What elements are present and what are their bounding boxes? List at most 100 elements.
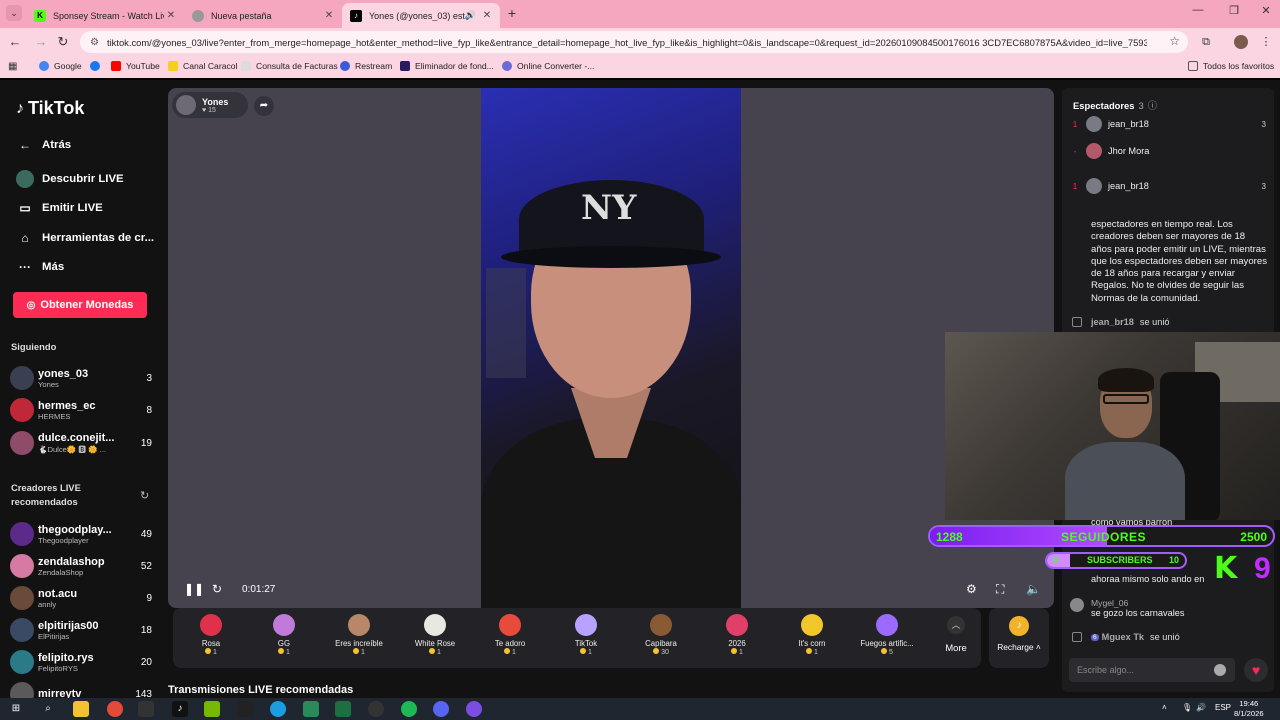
refresh-icon[interactable]: ↻	[140, 489, 149, 502]
new-tab-icon[interactable]: +	[504, 5, 520, 21]
gift-fireworks[interactable]: Fuegos artific... 5	[849, 614, 925, 666]
nav-go-live[interactable]: ▭ Emitir LIVE	[16, 199, 102, 217]
gift-eres-increible[interactable]: Eres increíble 1	[321, 614, 397, 666]
bookmark-caracol[interactable]: Canal Caracol	[168, 61, 237, 71]
nvidia-icon[interactable]	[204, 701, 220, 717]
recommended-item[interactable]: felipito.rys FelipitoRYS 20	[10, 647, 152, 677]
browser-tab-kick[interactable]: K Sponsey Stream - Watch Live o ✕	[26, 3, 184, 28]
tf-app-icon[interactable]	[237, 701, 253, 717]
host-info[interactable]: Yones ♥ 15	[172, 92, 248, 118]
fullscreen-icon[interactable]: ⛶	[996, 582, 1004, 597]
share-icon[interactable]: ➦	[254, 96, 274, 116]
obs-icon[interactable]	[368, 701, 384, 717]
gift-capibara[interactable]: Capibara 30	[623, 614, 699, 666]
more-gifts-button[interactable]: ︿ More	[944, 616, 968, 664]
message-user[interactable]: Mygel_06	[1091, 598, 1184, 608]
discord-icon[interactable]	[433, 701, 449, 717]
join-user[interactable]: Mguex Tk	[1102, 632, 1144, 642]
tab-search-icon[interactable]: ⌄	[6, 5, 22, 21]
gift-te-adoro[interactable]: Te adoro 1	[472, 614, 548, 666]
bookmark-star-icon[interactable]: ☆	[1169, 34, 1180, 48]
viewer-row[interactable]: 1 jean_br18 3	[1070, 176, 1266, 196]
recommended-item[interactable]: thegoodplay... Thegoodplayer 49	[10, 519, 152, 549]
tiktok-app-icon[interactable]: ♪	[172, 701, 188, 717]
recommended-item[interactable]: elpitirijas00 ElPitirijas 18	[10, 615, 152, 645]
menu-kebab-icon[interactable]: ⋮	[1258, 34, 1274, 50]
live-video[interactable]: NY	[481, 88, 741, 608]
close-tab-icon[interactable]: ✕	[322, 10, 336, 21]
apps-grid-icon[interactable]: ▦	[8, 61, 17, 72]
edge-icon[interactable]	[270, 701, 286, 717]
recommended-item[interactable]: mirreytv 143	[10, 679, 152, 698]
like-heart-icon[interactable]: ♥	[1244, 658, 1268, 682]
address-bar[interactable]: ⚙ tiktok.com/@yones_03/live?enter_from_m…	[80, 31, 1188, 53]
viewer-row[interactable]: 1 jean_br18 3	[1070, 114, 1266, 134]
nav-more[interactable]: ··· Más	[16, 258, 64, 276]
browser-tab-tiktok[interactable]: ♪ Yones (@yones_03) está LIVE 🔊 ✕	[342, 3, 500, 28]
following-item[interactable]: yones_03 Yones 3	[10, 363, 152, 393]
gift-2026[interactable]: 2026 1	[699, 614, 775, 666]
chat-input[interactable]: Escribe algo...	[1069, 658, 1235, 682]
pause-icon[interactable]: ❚❚	[184, 582, 204, 596]
speaker-icon[interactable]: 🔊	[465, 10, 476, 21]
viewers-header[interactable]: Espectadores 3 ⓘ	[1073, 98, 1157, 112]
spotify-icon[interactable]	[401, 701, 417, 717]
chrome-icon[interactable]	[107, 701, 123, 717]
recommended-item[interactable]: zendalashop ZendalaShop 52	[10, 551, 152, 581]
restore-icon[interactable]: ❐	[1224, 4, 1244, 17]
gift-its-corn[interactable]: It's corn 1	[774, 614, 850, 666]
language-indicator[interactable]: ESP	[1215, 703, 1231, 712]
back-icon[interactable]: ←	[6, 33, 24, 51]
volume-icon[interactable]: 🔈	[1026, 582, 1041, 596]
bookmark-converter[interactable]: Online Converter -...	[502, 61, 594, 71]
viewer-row[interactable]: - Jhor Mora	[1070, 141, 1266, 161]
bookmark-facturas[interactable]: Consulta de Facturas	[241, 61, 338, 71]
twitch-studio-icon[interactable]	[466, 701, 482, 717]
file-explorer-icon[interactable]	[73, 701, 89, 717]
gift-gg[interactable]: GG 1	[246, 614, 322, 666]
bookmark-youtube[interactable]: YouTube	[111, 61, 160, 71]
bookmark-eliminador[interactable]: Eliminador de fond...	[400, 61, 494, 71]
minimize-icon[interactable]: —	[1188, 4, 1208, 16]
get-coins-button[interactable]: ◎ Obtener Monedas	[13, 292, 147, 318]
clock[interactable]: 19:46 8/1/2026	[1234, 699, 1264, 719]
close-tab-icon[interactable]: ✕	[164, 10, 178, 21]
close-window-icon[interactable]: ✕	[1256, 4, 1276, 17]
following-item[interactable]: hermes_ec HERMES 8	[10, 395, 152, 425]
nav-back[interactable]: ← Atrás	[16, 136, 71, 154]
recharge-button[interactable]: ♪ Recharge ˄	[989, 608, 1049, 668]
forward-icon[interactable]: →	[32, 33, 50, 51]
volume-tray-icon[interactable]: 🔊	[1196, 703, 1206, 712]
tiktok-logo[interactable]: ♪ TikTok	[16, 98, 84, 119]
windows-start-icon[interactable]: ⊞	[8, 701, 24, 717]
excel-icon[interactable]	[335, 701, 351, 717]
join-user[interactable]: jean_br18	[1091, 317, 1134, 327]
gift-white-rose[interactable]: White Rose 1	[397, 614, 473, 666]
bookmark-facebook[interactable]	[90, 61, 105, 71]
site-info-icon[interactable]: ⚙	[90, 37, 99, 48]
replay-icon[interactable]: ↻	[212, 582, 222, 596]
search-icon[interactable]: ⌕	[40, 701, 56, 717]
recommended-item[interactable]: not.acu annly 9	[10, 583, 152, 613]
browser-tab-new[interactable]: Nueva pestaña ✕	[184, 3, 342, 28]
profile-avatar[interactable]	[1234, 35, 1248, 49]
reload-icon[interactable]: ↻	[54, 33, 72, 51]
nav-discover-live[interactable]: Descubrir LIVE	[16, 170, 124, 188]
call-of-duty-icon[interactable]	[138, 701, 154, 717]
live-video-panel[interactable]: NY Yones ♥ 15 ➦ ❚❚ ↻ 0:01:27 ⚙ ⛶ 🔈	[168, 88, 1054, 608]
bookmark-restream[interactable]: Restream	[340, 61, 392, 71]
nav-creator-tools[interactable]: ⌂ Herramientas de cr...	[16, 229, 154, 247]
game-app-icon[interactable]	[303, 701, 319, 717]
tray-chevron-icon[interactable]: ˄	[1162, 703, 1167, 712]
settings-gear-icon[interactable]: ⚙	[966, 582, 977, 596]
close-tab-icon[interactable]: ✕	[480, 10, 494, 21]
following-item[interactable]: dulce.conejit... 🐇Dulce🌼 🅱 🌼 ... 19	[10, 428, 152, 458]
all-bookmarks[interactable]: Todos los favoritos	[1188, 61, 1274, 71]
extensions-icon[interactable]: ⧉	[1198, 34, 1214, 50]
gift-rosa[interactable]: Rosa 1	[173, 614, 249, 666]
emoji-icon[interactable]	[1214, 664, 1226, 676]
bookmark-google[interactable]: Google	[39, 61, 82, 71]
gift-tiktok[interactable]: TikTok 1	[548, 614, 624, 666]
info-icon[interactable]: ⓘ	[1148, 100, 1157, 111]
microphone-icon[interactable]: 🎙	[1182, 703, 1192, 712]
